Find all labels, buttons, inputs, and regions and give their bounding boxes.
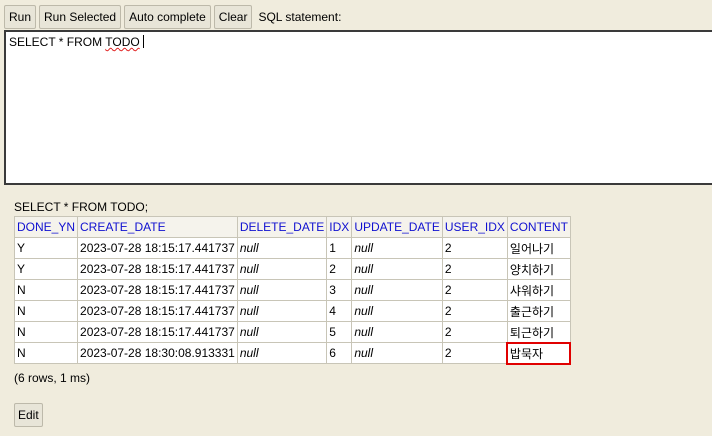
- cell-update-date: null: [351, 237, 443, 259]
- edit-button[interactable]: Edit: [14, 403, 43, 427]
- sql-editor-table-word: TODO: [105, 35, 140, 49]
- cell-user-idx: 2: [441, 300, 508, 322]
- results-header-row: DONE_YN CREATE_DATE DELETE_DATE IDX UPDA…: [13, 216, 571, 238]
- table-row: Y 2023-07-28 18:15:17.441737 null 2 null…: [13, 258, 571, 280]
- table-row: Y 2023-07-28 18:15:17.441737 null 1 null…: [13, 237, 571, 259]
- cell-update-date: null: [351, 279, 443, 301]
- column-header-update-date[interactable]: UPDATE_DATE: [351, 216, 443, 238]
- cell-create-date: 2023-07-28 18:15:17.441737: [77, 321, 238, 343]
- cell-user-idx: 2: [441, 321, 508, 343]
- cell-delete-date: null: [236, 321, 328, 343]
- table-row: N 2023-07-28 18:15:17.441737 null 3 null…: [13, 279, 571, 301]
- cell-user-idx: 2: [441, 342, 508, 364]
- cell-create-date: 2023-07-28 18:15:17.441737: [77, 300, 238, 322]
- run-selected-button[interactable]: Run Selected: [39, 5, 122, 29]
- cell-content: 샤워하기: [506, 279, 571, 301]
- clear-button[interactable]: Clear: [213, 5, 253, 29]
- cell-delete-date: null: [236, 279, 328, 301]
- cell-idx: 1: [326, 237, 353, 259]
- column-header-content[interactable]: CONTENT: [506, 216, 571, 238]
- cell-done-yn: N: [13, 300, 79, 322]
- cell-delete-date: null: [236, 237, 328, 259]
- cell-done-yn: N: [13, 342, 79, 364]
- sql-editor-text: SELECT * FROM: [9, 35, 106, 49]
- cell-idx: 2: [326, 258, 353, 280]
- column-header-delete-date[interactable]: DELETE_DATE: [236, 216, 328, 238]
- run-button[interactable]: Run: [4, 5, 37, 29]
- cell-content: 퇴근하기: [506, 321, 571, 343]
- cell-content: 양치하기: [506, 258, 571, 280]
- cell-delete-date: null: [236, 258, 328, 280]
- cell-user-idx: 2: [441, 279, 508, 301]
- auto-complete-button[interactable]: Auto complete: [124, 5, 211, 29]
- result-query-text: SELECT * FROM TODO;: [14, 200, 149, 214]
- table-row: N 2023-07-28 18:15:17.441737 null 4 null…: [13, 300, 571, 322]
- toolbar: Run Run Selected Auto complete Clear SQL…: [4, 5, 341, 29]
- cell-delete-date: null: [236, 300, 328, 322]
- cell-idx: 4: [326, 300, 353, 322]
- row-count-status: (6 rows, 1 ms): [14, 371, 91, 385]
- cell-create-date: 2023-07-28 18:15:17.441737: [77, 279, 238, 301]
- sql-statement-label: SQL statement:: [258, 10, 342, 24]
- cell-done-yn: Y: [13, 258, 79, 280]
- cell-user-idx: 2: [441, 237, 508, 259]
- cell-idx: 5: [326, 321, 353, 343]
- cell-update-date: null: [351, 342, 443, 364]
- sql-editor[interactable]: SELECT * FROM TODO: [4, 30, 712, 185]
- cell-create-date: 2023-07-28 18:15:17.441737: [77, 258, 238, 280]
- column-header-idx[interactable]: IDX: [326, 216, 353, 238]
- cell-create-date: 2023-07-28 18:15:17.441737: [77, 237, 238, 259]
- cell-done-yn: N: [13, 321, 79, 343]
- cell-idx: 6: [326, 342, 353, 364]
- cell-create-date: 2023-07-28 18:30:08.913331: [77, 342, 238, 364]
- cell-update-date: null: [351, 258, 443, 280]
- table-row: N 2023-07-28 18:30:08.913331 null 6 null…: [13, 341, 572, 365]
- text-caret: [142, 35, 144, 48]
- cell-idx: 3: [326, 279, 353, 301]
- cell-content: 출근하기: [506, 300, 571, 322]
- column-header-user-idx[interactable]: USER_IDX: [441, 216, 508, 238]
- column-header-done-yn[interactable]: DONE_YN: [13, 216, 79, 238]
- cell-user-idx: 2: [441, 258, 508, 280]
- cell-content-highlighted: 밥묵자: [506, 341, 572, 365]
- results-table: DONE_YN CREATE_DATE DELETE_DATE IDX UPDA…: [13, 216, 572, 365]
- cell-done-yn: Y: [13, 237, 79, 259]
- column-header-create-date[interactable]: CREATE_DATE: [77, 216, 238, 238]
- cell-content: 일어나기: [506, 237, 571, 259]
- cell-update-date: null: [351, 300, 443, 322]
- cell-update-date: null: [351, 321, 443, 343]
- cell-done-yn: N: [13, 279, 79, 301]
- table-row: N 2023-07-28 18:15:17.441737 null 5 null…: [13, 321, 571, 343]
- cell-delete-date: null: [236, 342, 328, 364]
